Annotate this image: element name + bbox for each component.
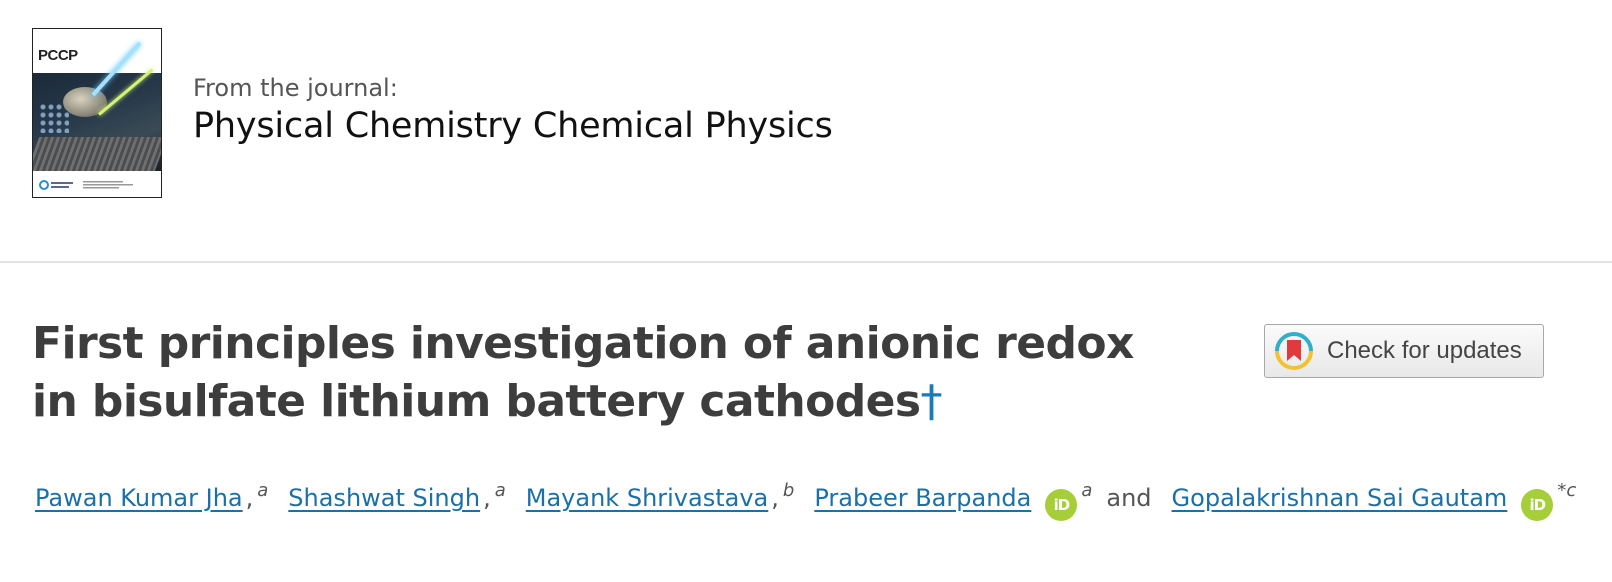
check-for-updates-button[interactable]: Check for updates: [1264, 324, 1544, 378]
orcid-icon[interactable]: iD: [1045, 489, 1078, 521]
affiliation-mark: a: [1081, 480, 1093, 501]
author-link[interactable]: Shashwat Singh: [288, 484, 480, 512]
author-list: Pawan Kumar Jha, a Shashwat Singh, a Mayan…: [35, 480, 1576, 521]
article-page: PCCP From the journal: Physical Chemistr…: [0, 0, 1612, 582]
cover-artwork: [33, 41, 161, 171]
author-conjunction: and: [1106, 484, 1152, 512]
affiliation-mark: a: [257, 480, 269, 501]
journal-from-label: From the journal:: [193, 74, 398, 102]
orcid-icon[interactable]: iD: [1521, 489, 1554, 521]
author-separator: ,: [483, 484, 491, 512]
cover-grid-decoration: [33, 137, 161, 171]
affiliation-mark: b: [782, 480, 795, 501]
cover-beam-decoration: [91, 41, 142, 97]
affiliation-mark: *c: [1557, 480, 1577, 501]
article-title-text: First principles investigation of anioni…: [32, 318, 1134, 427]
footnote-dagger-link[interactable]: †: [921, 376, 943, 427]
journal-name-link[interactable]: Physical Chemistry Chemical Physics: [193, 106, 833, 146]
article-title: First principles investigation of anioni…: [32, 315, 1182, 431]
author-link[interactable]: Mayank Shrivastava: [526, 484, 768, 512]
author-separator: ,: [245, 484, 254, 512]
cover-journal-abbrev: PCCP: [38, 47, 78, 64]
check-for-updates-label: Check for updates: [1327, 337, 1522, 364]
crossmark-icon: [1275, 332, 1313, 370]
author-link[interactable]: Gopalakrishnan Sai Gautam: [1172, 484, 1508, 512]
header-divider: [0, 261, 1612, 263]
author-link[interactable]: Pawan Kumar Jha: [35, 484, 243, 512]
author-link[interactable]: Prabeer Barpanda: [814, 484, 1031, 512]
cover-arc-decoration: [125, 29, 161, 65]
journal-cover-image[interactable]: PCCP: [32, 28, 162, 198]
cover-publisher-logo: [39, 180, 133, 190]
author-separator: ,: [771, 484, 779, 512]
affiliation-mark: a: [494, 480, 506, 501]
